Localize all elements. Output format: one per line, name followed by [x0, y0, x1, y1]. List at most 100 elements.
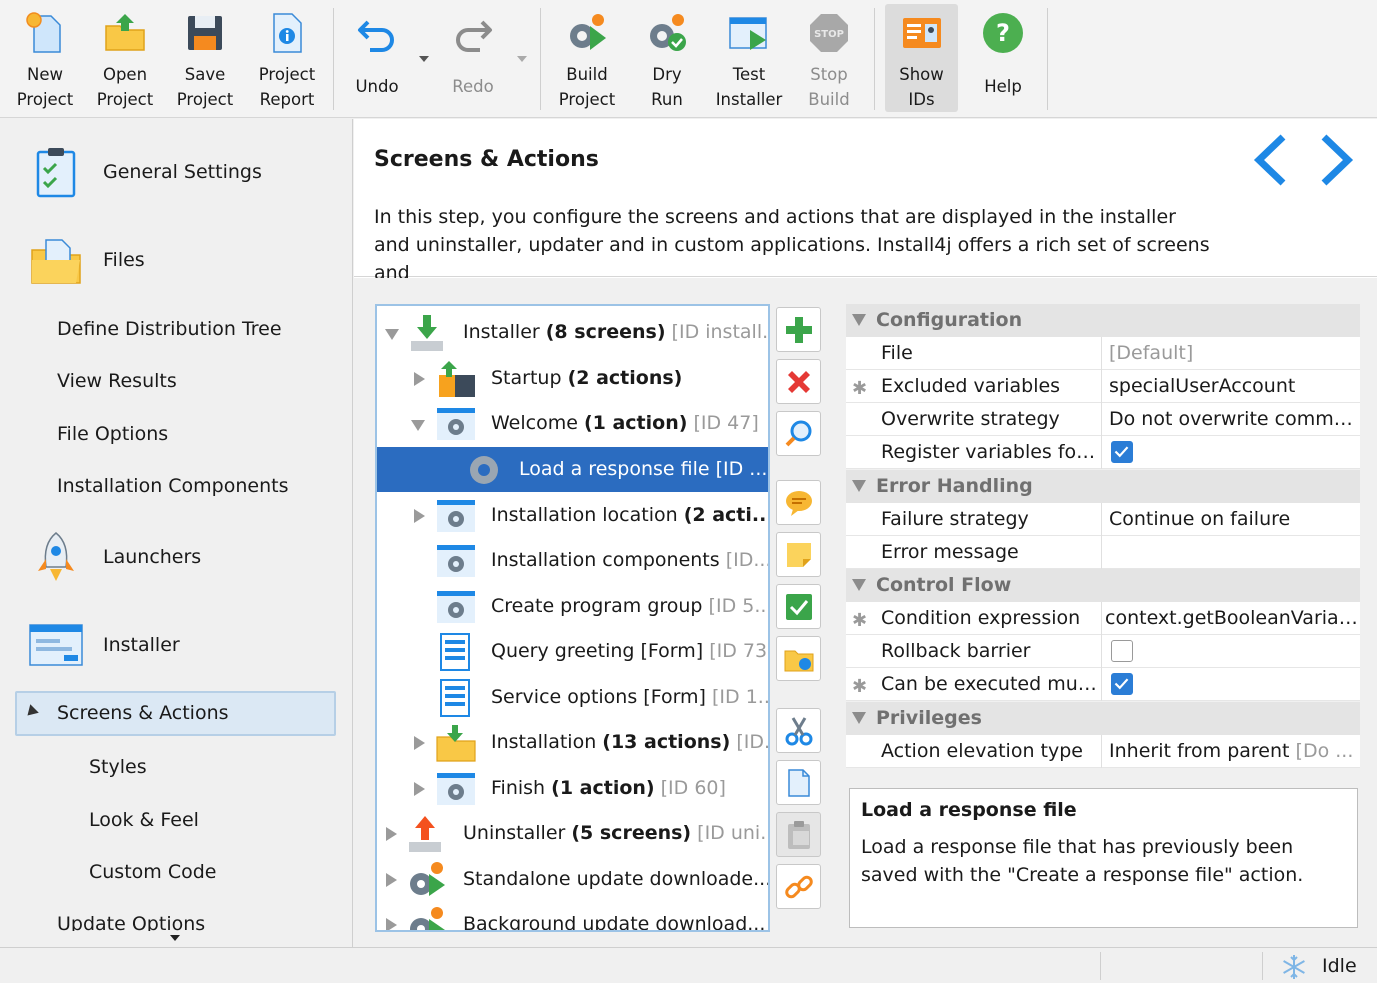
property-row-rollback-barrier[interactable]: Rollback barrier — [846, 635, 1360, 668]
search-button[interactable] — [776, 411, 821, 456]
undo-dropdown-icon[interactable] — [419, 56, 429, 62]
property-key: Excluded variables — [881, 375, 1061, 397]
tree-node-welcome[interactable]: Welcome (1 action) [ID 47] — [377, 401, 768, 446]
property-value[interactable]: [Default] — [1109, 337, 1359, 370]
tree-node-load-response-file[interactable]: Load a response file [ID ... — [377, 447, 768, 492]
undo-button[interactable]: Undo — [340, 4, 414, 112]
description-text: Load a response file that has previously… — [861, 836, 1304, 886]
sidebar-item-installation-components[interactable]: Installation Components — [57, 471, 288, 501]
expand-toggle-icon[interactable] — [386, 918, 397, 930]
property-row-action-elevation[interactable]: Action elevation type Inherit from paren… — [846, 735, 1360, 768]
tree-node-service-options[interactable]: Service options [Form] [ID 1... — [377, 675, 768, 720]
copy-button[interactable] — [776, 760, 821, 805]
uninstaller-arrow-icon — [409, 816, 441, 852]
open-folder-icon — [105, 14, 145, 51]
new-project-button[interactable]: New Project — [8, 4, 82, 112]
sidebar-item-general-settings[interactable]: General Settings — [0, 132, 352, 212]
property-row-condition-expression[interactable]: ✱ Condition expression context.getBoolea… — [846, 602, 1360, 635]
tree-node-background-updater[interactable]: Background update download... — [377, 902, 768, 930]
expand-toggle-icon[interactable] — [386, 827, 397, 841]
group-configuration[interactable]: Configuration — [846, 304, 1360, 337]
project-report-button[interactable]: Project Report — [248, 4, 326, 112]
scissors-icon — [785, 717, 813, 746]
expand-toggle-icon[interactable] — [411, 420, 425, 431]
tree-node-installer[interactable]: Installer (8 screens) [ID install... — [377, 310, 768, 355]
property-row-error-message[interactable]: Error message — [846, 536, 1360, 569]
tree-node-startup[interactable]: Startup (2 actions) — [377, 356, 768, 401]
redo-button[interactable]: Redo — [436, 4, 510, 112]
sidebar-item-update-options[interactable]: Update Options — [57, 909, 205, 931]
property-row-excluded-variables[interactable]: ✱ Excluded variables specialUserAccount — [846, 370, 1360, 403]
stop-build-button[interactable]: STOP Stop Build — [792, 4, 866, 112]
collapse-triangle-icon[interactable] — [852, 712, 866, 724]
property-row-file[interactable]: File [Default] — [846, 337, 1360, 370]
sidebar-item-launchers[interactable]: Launchers — [0, 517, 352, 597]
property-value[interactable]: Do not overwrite comma... — [1109, 403, 1359, 436]
screen-gear-icon — [437, 773, 475, 805]
expand-toggle-icon[interactable] — [414, 782, 425, 796]
register-variables-checkbox[interactable] — [1111, 441, 1133, 463]
expand-toggle-icon[interactable] — [414, 372, 425, 386]
redo-dropdown-icon[interactable] — [517, 56, 527, 62]
property-row-executed-multiple[interactable]: ✱ Can be executed mult... — [846, 668, 1360, 701]
property-row-failure-strategy[interactable]: Failure strategy Continue on failure — [846, 503, 1360, 536]
property-value[interactable]: Inherit from parent [Do ... — [1109, 735, 1359, 768]
test-installer-button[interactable]: Test Installer — [710, 4, 788, 112]
sidebar-item-define-distribution-tree[interactable]: Define Distribution Tree — [57, 314, 282, 344]
group-privileges[interactable]: Privileges — [846, 702, 1360, 735]
folder-link-button[interactable] — [776, 636, 821, 681]
tree-node-installation-location[interactable]: Installation location (2 acti... — [377, 493, 768, 538]
property-value[interactable]: Continue on failure — [1109, 503, 1359, 536]
tree-node-create-program-group[interactable]: Create program group [ID 5... — [377, 584, 768, 629]
scroll-down-icon[interactable] — [170, 935, 180, 941]
enable-button[interactable] — [776, 584, 821, 629]
delete-button[interactable] — [776, 359, 821, 404]
sidebar-item-screens-actions[interactable]: Screens & Actions — [15, 691, 336, 736]
build-project-button[interactable]: Build Project — [550, 4, 624, 112]
property-row-overwrite-strategy[interactable]: Overwrite strategy Do not overwrite comm… — [846, 403, 1360, 436]
cut-button[interactable] — [776, 708, 821, 753]
property-row-register-variables[interactable]: Register variables for ... — [846, 436, 1360, 469]
tree-node-uninstaller[interactable]: Uninstaller (5 screens) [ID uni... — [377, 811, 768, 856]
sidebar-item-look-feel[interactable]: Look & Feel — [89, 805, 199, 835]
executed-multiple-checkbox[interactable] — [1111, 673, 1133, 695]
tree-node-label: Uninstaller (5 screens) [ID uni... — [463, 822, 770, 844]
expand-toggle-icon[interactable] — [385, 329, 399, 340]
tree-node-finish[interactable]: Finish (1 action) [ID 60] — [377, 766, 768, 811]
add-button[interactable] — [776, 307, 821, 352]
show-ids-button[interactable]: Show IDs — [885, 4, 958, 112]
expand-toggle-icon[interactable] — [414, 509, 425, 523]
previous-step-icon[interactable] — [1249, 131, 1293, 189]
collapse-triangle-icon[interactable] — [852, 314, 866, 326]
dry-run-button[interactable]: Dry Run — [630, 4, 704, 112]
note-button[interactable] — [776, 532, 821, 577]
tree-node-installation-components[interactable]: Installation components [ID... — [377, 538, 768, 583]
modified-asterisk-icon: ✱ — [852, 610, 868, 631]
sidebar-item-files[interactable]: Files — [0, 220, 352, 300]
group-control-flow[interactable]: Control Flow — [846, 569, 1360, 602]
comment-button[interactable] — [776, 480, 821, 525]
property-value[interactable]: specialUserAccount — [1109, 370, 1359, 403]
sidebar-item-custom-code[interactable]: Custom Code — [89, 857, 216, 887]
next-step-icon[interactable] — [1314, 131, 1358, 189]
sidebar-item-styles[interactable]: Styles — [89, 752, 147, 782]
collapse-triangle-icon[interactable] — [852, 480, 866, 492]
open-project-button[interactable]: Open Project — [88, 4, 162, 112]
sidebar-item-view-results[interactable]: View Results — [57, 366, 177, 396]
tree-node-standalone-updater[interactable]: Standalone update downloade... — [377, 857, 768, 902]
paste-button[interactable] — [776, 812, 821, 857]
screens-actions-tree[interactable]: Installer (8 screens) [ID install... Sta… — [375, 304, 770, 932]
help-button[interactable]: ? Help — [966, 4, 1040, 112]
sidebar-item-file-options[interactable]: File Options — [57, 419, 168, 449]
expand-toggle-icon[interactable] — [386, 873, 397, 887]
property-value[interactable]: context.getBooleanVariable — [1105, 602, 1360, 635]
group-error-handling[interactable]: Error Handling — [846, 470, 1360, 503]
expand-toggle-icon[interactable] — [414, 736, 425, 750]
tree-node-installation[interactable]: Installation (13 actions) [ID... — [377, 720, 768, 765]
save-project-button[interactable]: Save Project — [168, 4, 242, 112]
sidebar-item-installer[interactable]: Installer — [0, 605, 352, 685]
collapse-triangle-icon[interactable] — [852, 579, 866, 591]
rollback-barrier-checkbox[interactable] — [1111, 640, 1133, 662]
link-button[interactable] — [776, 864, 821, 909]
tree-node-query-greeting[interactable]: Query greeting [Form] [ID 73] — [377, 629, 768, 674]
